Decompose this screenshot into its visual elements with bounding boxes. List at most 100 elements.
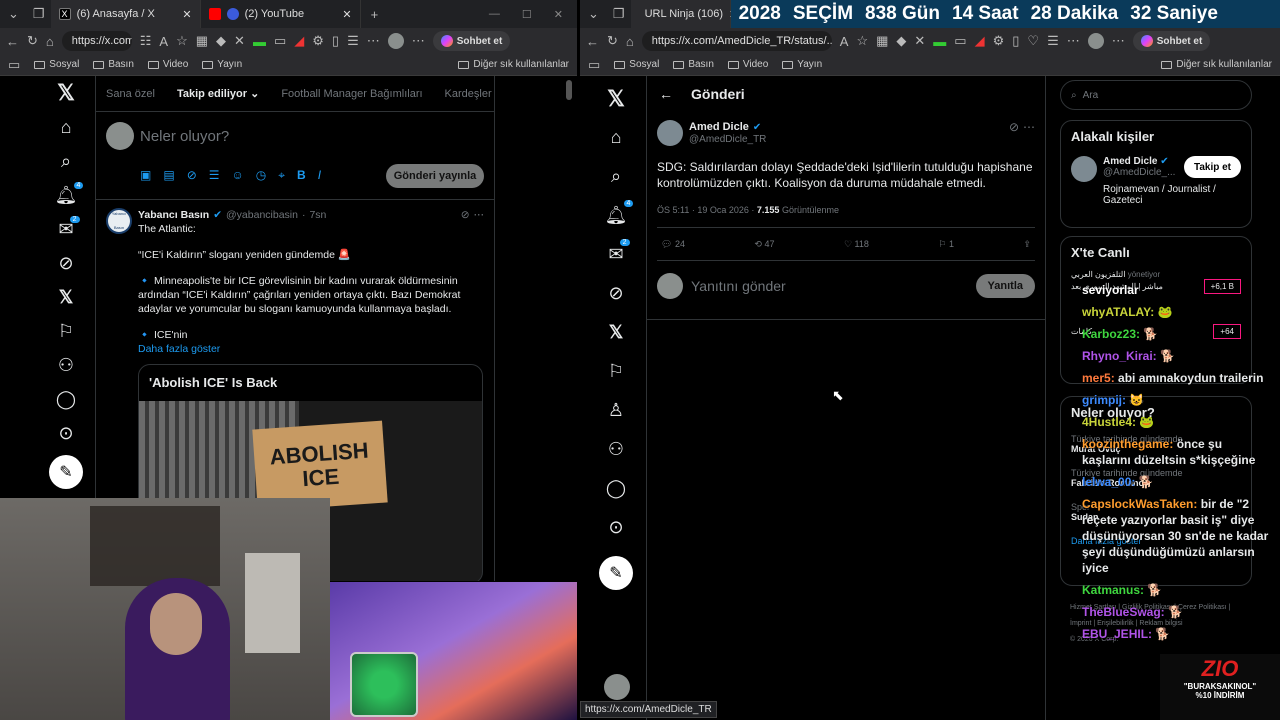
emoji-icon[interactable]: ☺	[232, 168, 244, 183]
copilot-button[interactable]: Sohbet et	[1132, 31, 1211, 51]
back-icon[interactable]: ←	[6, 34, 19, 49]
bookmark-yayin[interactable]: Yayın	[782, 59, 822, 70]
grok-icon[interactable]: ⊘	[187, 168, 197, 183]
messages-icon[interactable]: ✉ 2	[608, 235, 630, 274]
close-tab-icon[interactable]: ✕	[342, 8, 351, 21]
more-icon[interactable]: ⋯	[367, 33, 380, 49]
tab-youtube[interactable]: (2) YouTube ✕	[201, 0, 361, 28]
more-icon[interactable]: ⋯	[474, 208, 485, 222]
communities-icon[interactable]: ⚇	[608, 430, 624, 469]
bookmark-video[interactable]: Video	[727, 59, 768, 70]
profile-avatar[interactable]	[1087, 33, 1104, 49]
account-avatar[interactable]	[604, 674, 630, 700]
profile-avatar[interactable]	[387, 33, 404, 49]
bookmark-other[interactable]: Diğer sık kullanılanlar	[458, 59, 569, 70]
extension-icon[interactable]: ◆	[216, 33, 226, 49]
notifications-icon[interactable]: 🔔︎ 4	[55, 178, 84, 212]
extension-icon[interactable]: ▦	[196, 33, 208, 49]
related-person[interactable]: Amed Dicle ✔ @AmedDicle_... Takip et	[1071, 156, 1241, 182]
profile-icon[interactable]: ◯	[606, 469, 626, 508]
bookmark-sosyal[interactable]: Sosyal	[614, 59, 659, 70]
post-compose-button[interactable]: ✎	[599, 547, 633, 599]
extension-icon[interactable]: ⚙	[312, 33, 324, 49]
grok-icon[interactable]: ⊘	[461, 208, 470, 222]
bookmark-sosyal[interactable]: Sosyal	[34, 59, 79, 70]
grok-icon[interactable]: ⊘	[608, 274, 623, 313]
collections-icon[interactable]: ☰	[347, 33, 359, 49]
extension-icon[interactable]: ◢	[294, 33, 304, 49]
follow-button[interactable]: Takip et	[1183, 156, 1241, 178]
more-options-icon[interactable]: ⊙	[58, 416, 73, 450]
bookmarks-menu-icon[interactable]: ▭	[8, 57, 20, 73]
premium-icon[interactable]: 𝕏	[609, 313, 624, 352]
favorite-star-icon[interactable]: ☆	[176, 33, 188, 49]
extension-icon[interactable]: ◆	[896, 33, 906, 49]
extension-icon[interactable]: ✕	[914, 33, 925, 49]
bookmarks-icon[interactable]: ⚐	[608, 352, 624, 391]
address-field[interactable]: https://x.com...	[61, 31, 132, 51]
extension-icon[interactable]: ▭	[954, 33, 966, 49]
tweet-author[interactable]: Yabancı Basın	[138, 208, 209, 222]
gif-icon[interactable]: ▤	[163, 168, 174, 183]
bookmark-button[interactable]: ⚐ 1	[938, 239, 954, 250]
read-aloud-icon[interactable]: A	[840, 34, 849, 49]
scrollbar[interactable]	[566, 80, 572, 100]
home-icon[interactable]: ⌂	[46, 34, 54, 49]
reply-input[interactable]: Yanıtını gönder	[691, 278, 968, 294]
tab-following[interactable]: Takip ediliyor ⌄	[177, 87, 259, 100]
workspaces-icon[interactable]: ❐	[27, 6, 51, 22]
share-icon[interactable]: ⇪	[1023, 239, 1031, 250]
profile-icon[interactable]: ◯	[56, 382, 76, 416]
refresh-icon[interactable]: ↻	[27, 33, 38, 49]
search-box[interactable]: ⌕ Ara	[1060, 80, 1252, 110]
bookmark-basin[interactable]: Basın	[673, 59, 714, 70]
grok-icon[interactable]: ⊘	[1009, 120, 1019, 134]
bookmarks-icon[interactable]: ⚐	[58, 314, 74, 348]
messages-icon[interactable]: ✉ 2	[58, 212, 80, 246]
author-handle[interactable]: @AmedDicle_TR	[689, 134, 1035, 145]
post-compose-button[interactable]: ✎	[49, 450, 83, 494]
compose-input[interactable]: Neler oluyor?	[140, 128, 229, 145]
bookmarks-menu-icon[interactable]: ▭	[588, 57, 600, 73]
x-logo-icon[interactable]: 𝕏	[607, 80, 625, 118]
home-icon[interactable]: ⌂	[61, 110, 72, 144]
poll-icon[interactable]: ☰	[209, 168, 220, 183]
home-icon[interactable]: ⌂	[626, 34, 634, 49]
tab-kardesler[interactable]: Kardeşler Kıra	[445, 88, 494, 100]
tab-football-manager[interactable]: Football Manager Bağımlıları	[281, 88, 422, 100]
communities-icon[interactable]: ⚇	[58, 348, 74, 382]
notifications-icon[interactable]: 🔔︎ 4	[605, 196, 634, 235]
split-screen-icon[interactable]: ▯	[1012, 33, 1019, 49]
related-name[interactable]: Amed Dicle	[1103, 156, 1157, 167]
bookmark-other[interactable]: Diğer sık kullanılanlar	[1161, 59, 1272, 70]
explore-icon[interactable]: ⌕	[61, 144, 71, 178]
tweet-timestamp[interactable]: ÖS 5:11 · 19 Oca 2026 ·	[657, 205, 757, 215]
back-arrow-icon[interactable]: ←	[659, 86, 673, 102]
workspaces-icon[interactable]: ❐	[607, 6, 631, 22]
tab-for-you[interactable]: Sana özel	[106, 88, 155, 100]
tweet-handle[interactable]: @yabancibasin	[226, 208, 298, 222]
favorites-icon[interactable]: ♡	[1027, 33, 1039, 49]
more-options-icon[interactable]: ⊙	[608, 508, 623, 547]
minimize-icon[interactable]: —	[489, 8, 500, 21]
author-avatar[interactable]	[657, 120, 683, 146]
tab-url-ninja[interactable]: URL Ninja (106) ✕	[630, 0, 738, 28]
address-field[interactable]: https://x.com/AmedDicle_TR/status/...	[641, 31, 832, 51]
reply-submit-button[interactable]: Yanıtla	[975, 274, 1035, 298]
extension-icon[interactable]: ⚙	[993, 33, 1005, 49]
bookmark-basin[interactable]: Basın	[93, 59, 134, 70]
extension-icon[interactable]: ▭	[274, 33, 286, 49]
related-avatar[interactable]	[1071, 156, 1097, 182]
extension-icon[interactable]: ▬	[933, 34, 946, 49]
x-logo-icon[interactable]: 𝕏	[57, 76, 75, 110]
more-icon[interactable]: ⋯	[412, 33, 425, 49]
more-icon[interactable]: ⋯	[1023, 120, 1035, 134]
tab-menu-icon[interactable]: ⌄	[0, 6, 27, 22]
extension-icon[interactable]: ✕	[234, 33, 245, 49]
maximize-icon[interactable]: ☐	[522, 8, 532, 21]
refresh-icon[interactable]: ↻	[607, 33, 618, 49]
location-icon[interactable]: ⌖	[278, 168, 285, 183]
more-icon[interactable]: ⋯	[1067, 33, 1080, 49]
premium-icon[interactable]: 𝕏	[59, 280, 74, 314]
read-aloud-icon[interactable]: A	[159, 34, 168, 49]
